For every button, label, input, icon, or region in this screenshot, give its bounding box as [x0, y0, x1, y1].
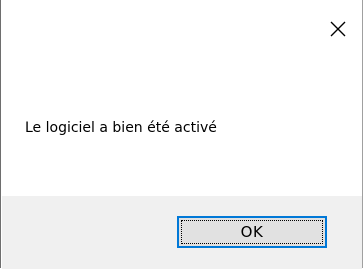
ok-button[interactable]: OK: [177, 216, 327, 248]
dialog-message: Le logiciel a bien été activé: [25, 120, 217, 136]
close-icon: [330, 21, 346, 37]
ok-button-label: OK: [240, 223, 264, 241]
message-dialog: Le logiciel a bien été activé OK: [0, 0, 363, 269]
dialog-content: Le logiciel a bien été activé: [2, 62, 362, 196]
close-button[interactable]: [316, 6, 360, 52]
title-bar: [2, 0, 362, 62]
dialog-footer: OK: [2, 196, 362, 269]
